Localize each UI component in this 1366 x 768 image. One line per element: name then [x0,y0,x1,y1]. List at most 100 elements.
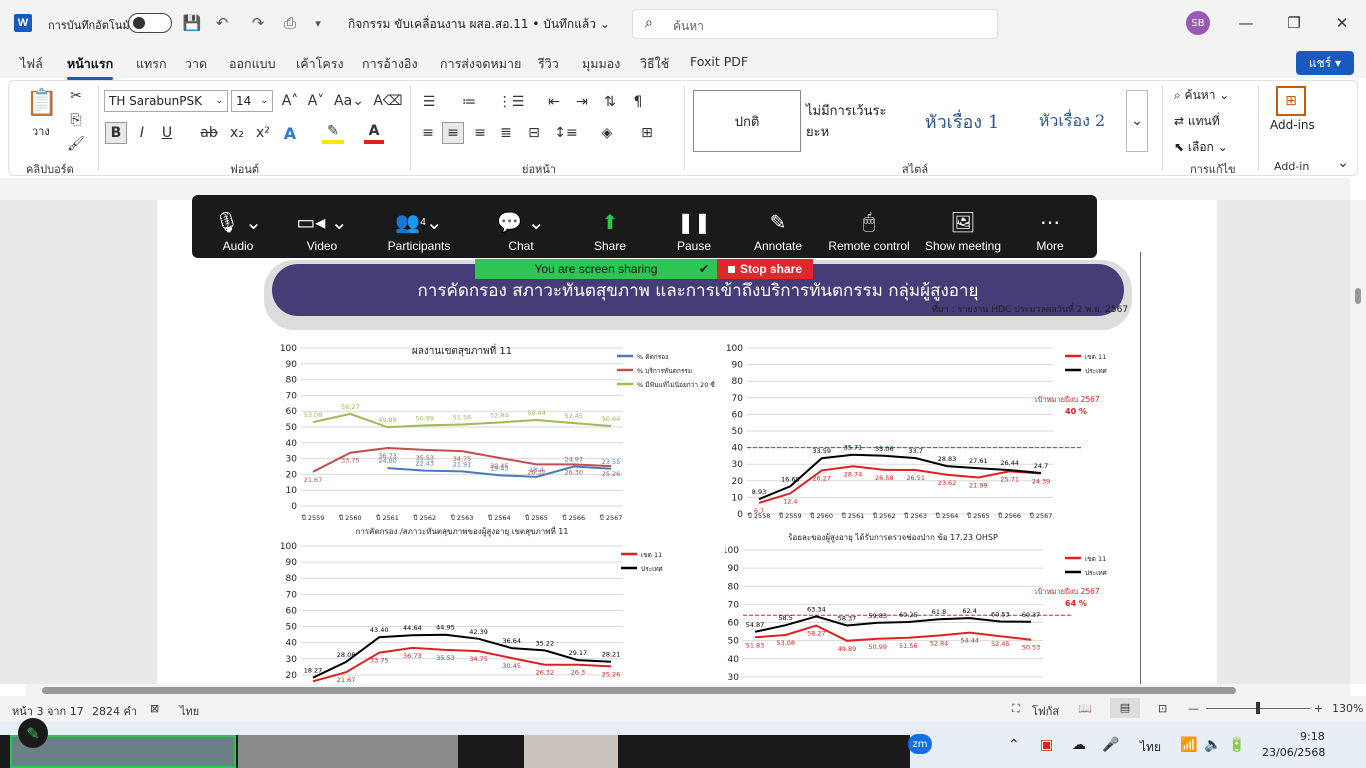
zoom-slider-thumb[interactable] [1256,702,1260,714]
decrease-indent-icon[interactable]: ⇤ [544,92,564,112]
font-name-combo[interactable]: TH SarabunPSK ⌄ [104,90,228,112]
stop-share-button[interactable]: Stop share [717,259,813,279]
tab-help[interactable]: วิธีใช้ [640,54,669,74]
italic-button[interactable]: I [133,122,151,144]
tab-draw[interactable]: วาด [185,54,207,74]
sort-icon[interactable]: ⇅ [600,92,620,112]
copy-icon[interactable]: ⎘ [66,110,86,130]
paste-icon[interactable]: 📋 [26,86,58,120]
restore-icon[interactable]: ❐ [1283,12,1305,34]
font-color-icon[interactable]: A [364,122,384,144]
proofing-icon[interactable]: ⊠ [150,702,159,715]
align-left-icon[interactable]: ≡ [418,122,438,144]
scroll-thumb[interactable] [42,687,1236,694]
autosave-toggle[interactable] [128,13,172,33]
focus-icon[interactable]: ⛶ [1012,702,1020,716]
read-mode-icon[interactable]: 📖 [1078,702,1092,715]
video-button[interactable]: ▭◂ ⌄ Video [292,195,352,258]
style-normal[interactable]: ปกติ [693,90,801,152]
redo-icon[interactable]: ↷ [248,13,268,33]
tray-chevron-icon[interactable]: ⌃ [1008,737,1020,753]
highlight-icon[interactable]: ✎ [322,122,344,144]
text-effects-icon[interactable]: A [280,122,300,144]
battery-icon[interactable]: 🔋 [1228,737,1245,753]
pilcrow-icon[interactable]: ¶ [628,92,648,112]
video-tile[interactable] [524,735,618,768]
zoom-in-icon[interactable]: + [1314,702,1323,715]
clear-format-icon[interactable]: A⌫ [373,90,402,112]
avatar[interactable]: SB [1186,11,1210,35]
font-size-combo[interactable]: 14 ⌄ [231,90,273,112]
tab-view[interactable]: มุมมอง [582,54,620,74]
line-spacing-icon[interactable]: ↕≡ [552,122,580,144]
web-layout-icon[interactable]: ⊡ [1158,702,1167,715]
customize-qat-icon[interactable]: ▾ [308,13,328,33]
change-case-icon[interactable]: Aa⌄ [334,90,364,112]
tab-foxit[interactable]: Foxit PDF [690,54,748,69]
tab-file[interactable]: ไฟล์ [20,54,43,74]
focus-mode[interactable]: โฟกัส [1032,702,1059,720]
participants-button[interactable]: 👥 4 ⌄ Participants [382,195,456,258]
format-painter-icon[interactable]: 🖌 [66,134,86,154]
tray-mic-icon[interactable]: 🎤 [1102,737,1119,753]
volume-icon[interactable]: 🔈 [1204,737,1221,753]
align-center-icon[interactable]: ≡ [442,122,464,144]
language[interactable]: ไทย [180,702,199,720]
clock-date[interactable]: 23/06/2568 [1262,746,1325,759]
search-box[interactable]: ⌕ ค้นหา [632,9,998,39]
save-icon[interactable]: 💾 [182,13,202,33]
print-preview-icon[interactable]: ⎙ [280,13,300,33]
vertical-scrollbar[interactable] [1350,200,1366,684]
clock-time[interactable]: 9:18 [1300,730,1325,743]
show-meeting-button[interactable]: 🖼 Show meeting [922,195,1004,258]
shrink-font-icon[interactable]: A˅ [306,90,326,112]
annotate-pen-icon[interactable]: ✎ [18,718,48,748]
thai-distribute-icon[interactable]: ⊟ [524,122,544,144]
style-heading-1[interactable]: หัวเรื่อง 1 [910,90,1014,152]
undo-icon[interactable]: ↶ [212,13,232,33]
superscript-button[interactable]: x² [254,122,272,144]
multilevel-list-icon[interactable]: ⋮☰ [498,92,525,112]
print-layout-icon[interactable]: ▤ [1110,698,1140,718]
addins-icon[interactable]: ⊞ [1276,86,1306,116]
tab-insert[interactable]: แทรก [136,54,167,74]
annotate-button[interactable]: ✎ Annotate [748,195,808,258]
find-button[interactable]: ⌕ ค้นหา ⌄ [1174,86,1229,105]
borders-icon[interactable]: ⊞ [636,122,658,144]
styles-more-icon[interactable]: ⌄ [1126,90,1148,152]
scroll-thumb[interactable] [1355,288,1361,304]
numbering-icon[interactable]: ≔ [458,92,480,112]
style-no-spacing[interactable]: ไม่มีการเว้นระยะห [806,90,906,152]
document-title[interactable]: กิจกรรม ขับเคลื่อนงาน ผสอ.สอ.11 • บันทึก… [348,15,610,34]
close-icon[interactable]: ✕ [1331,12,1353,34]
share-screen-button[interactable]: ⬆ Share [584,195,636,258]
tab-home[interactable]: หน้าแรก [67,54,114,80]
share-button[interactable]: แชร์ ▾ [1296,51,1354,75]
video-tile[interactable] [238,735,458,768]
horizontal-scrollbar[interactable] [26,684,1350,696]
select-button[interactable]: ⬉ เลือก ⌄ [1174,138,1228,157]
audio-button[interactable]: 🎙 ⌄ Audio [210,195,266,258]
remote-control-button[interactable]: 🖱 Remote control [824,195,914,258]
subscript-button[interactable]: x₂ [228,122,246,144]
input-language[interactable]: ไทย [1140,738,1161,757]
minimize-icon[interactable]: — [1235,12,1257,34]
bold-button[interactable]: B [105,122,127,144]
more-button[interactable]: ⋯ More [1028,195,1072,258]
chat-button[interactable]: 💬 ⌄ Chat [488,195,554,258]
increase-indent-icon[interactable]: ⇥ [572,92,592,112]
style-heading-2[interactable]: หัวเรื่อง 2 [1020,90,1124,152]
tab-references[interactable]: การอ้างอิง [362,54,418,74]
bullets-icon[interactable]: ☰ [418,92,440,112]
zoom-level[interactable]: 130% [1332,702,1363,715]
addins-button[interactable]: Add-ins [1270,118,1315,132]
collapse-ribbon-icon[interactable]: ⌄ [1336,155,1350,171]
page-count[interactable]: หน้า 3 จาก 17 [12,702,84,720]
shading-icon[interactable]: ◈ [596,122,618,144]
justify-icon[interactable]: ≣ [496,122,516,144]
wifi-icon[interactable]: 📶 [1180,737,1197,753]
underline-button[interactable]: U [158,122,176,144]
pause-button[interactable]: ❚❚ Pause [670,195,718,258]
word-count[interactable]: 2824 คำ [92,702,137,720]
tray-app-icon[interactable]: ▣ [1040,737,1053,753]
